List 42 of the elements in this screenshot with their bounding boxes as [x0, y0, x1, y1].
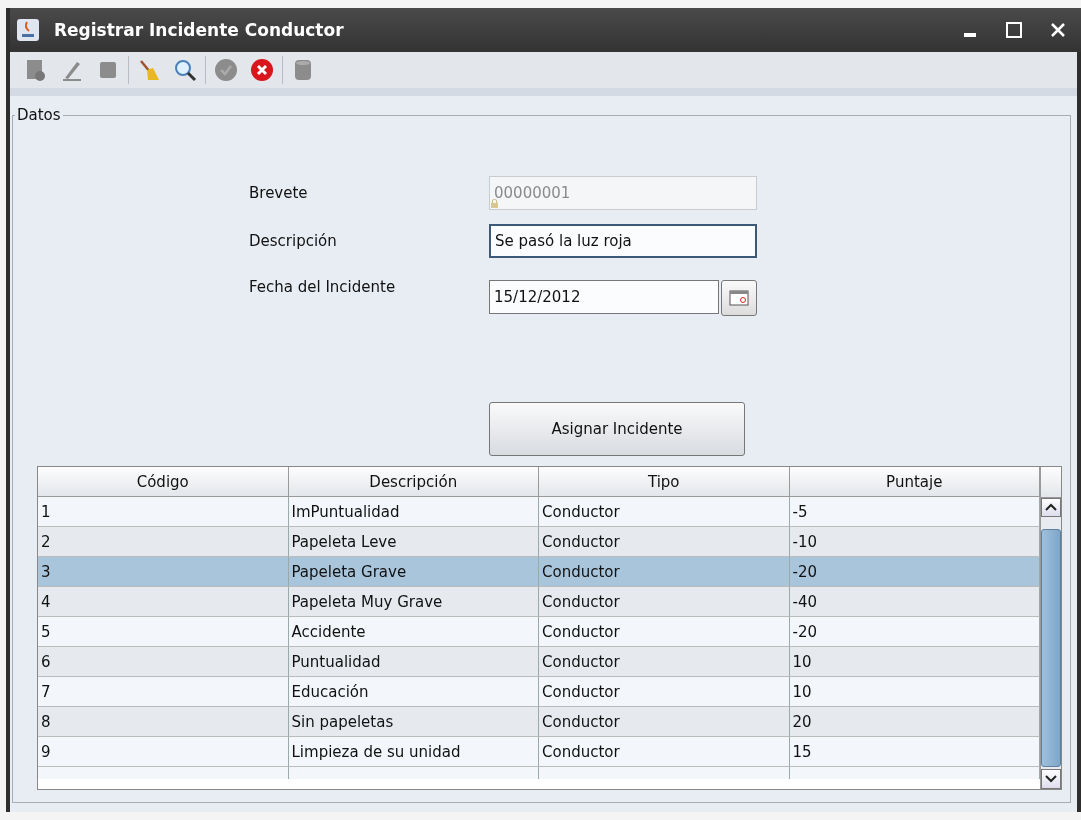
- column-header[interactable]: Puntaje: [789, 467, 1040, 497]
- table-row[interactable]: 5 Accidente Conductor -20: [38, 617, 1040, 647]
- field-label: Brevete: [249, 184, 309, 202]
- table-row[interactable]: 9 Limpieza de su unidad Conductor 15: [38, 737, 1040, 767]
- date-field[interactable]: 15/12/2012: [489, 280, 720, 314]
- field-label: Descripción: [249, 232, 338, 250]
- column-header[interactable]: Código: [38, 467, 289, 497]
- calendar-icon: [729, 290, 750, 306]
- column-header[interactable]: Tipo: [539, 467, 790, 497]
- calendar-button[interactable]: [721, 280, 757, 316]
- table-row[interactable]: 8 Sin papeletas Conductor 20: [38, 707, 1040, 737]
- scroll-thumb[interactable]: [1041, 529, 1061, 768]
- document-add-icon: [24, 58, 48, 82]
- cancel-tool-button[interactable]: [248, 56, 276, 84]
- scroll-down-button[interactable]: [1041, 769, 1061, 789]
- table-row[interactable]: 6 Puntualidad Conductor 10: [38, 647, 1040, 677]
- column-header[interactable]: Descripción: [288, 467, 539, 497]
- table-row[interactable]: 2 Papeleta Leve Conductor -10: [38, 527, 1040, 557]
- table-row[interactable]: 3 Papeleta Grave Conductor -20: [38, 557, 1040, 587]
- input-field[interactable]: Se pasó la luz roja: [489, 224, 757, 258]
- lock-icon: [491, 199, 498, 208]
- close-icon: [1050, 22, 1066, 38]
- maximize-icon: [1005, 21, 1023, 39]
- scroll-up-button[interactable]: [1041, 497, 1061, 518]
- assign-incident-button[interactable]: Asignar Incidente: [489, 402, 745, 456]
- table-row[interactable]: 7 Educación Conductor 10: [38, 677, 1040, 707]
- scrollbar[interactable]: [1040, 467, 1061, 789]
- window-title: Registrar Incidente Conductor: [54, 20, 345, 40]
- broom-icon: [137, 58, 161, 82]
- minimize-icon: [964, 33, 976, 37]
- chevron-up-icon: [1045, 503, 1057, 512]
- trash-can-icon: [292, 58, 314, 82]
- search-icon: [173, 58, 197, 82]
- cancel-icon: [250, 58, 274, 82]
- chevron-down-icon: [1045, 775, 1057, 784]
- field-label: Fecha del Incidente: [249, 278, 397, 296]
- table-row[interactable]: 1 ImPuntualidad Conductor -5: [38, 497, 1040, 527]
- check-icon: [214, 58, 238, 82]
- table-row[interactable]: 4 Papeleta Muy Grave Conductor -40: [38, 587, 1040, 617]
- panel-title: Datos: [16, 106, 62, 124]
- app-icon: [16, 18, 40, 42]
- header-corner: [1041, 467, 1061, 498]
